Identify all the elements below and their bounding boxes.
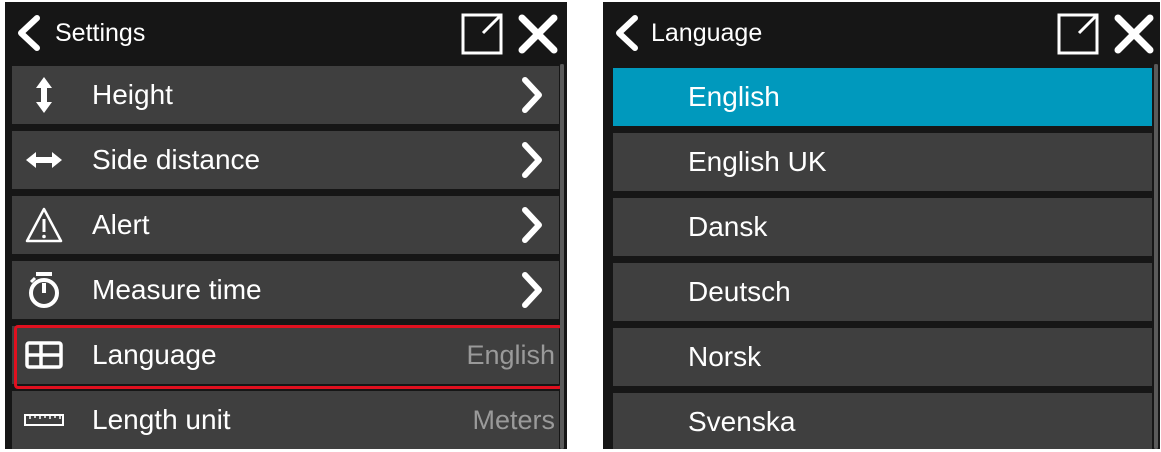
back-icon[interactable] [13, 15, 43, 51]
settings-item-side-distance[interactable]: Side distance [12, 131, 559, 189]
popout-icon[interactable] [459, 11, 505, 57]
close-icon[interactable] [517, 13, 559, 55]
horizontal-arrows-icon [26, 152, 62, 168]
popout-icon[interactable] [1055, 11, 1101, 57]
language-panel: Language English English UK Dansk Deutsc… [603, 2, 1160, 449]
settings-item-label: Alert [92, 209, 150, 240]
chevron-right-icon [522, 142, 542, 178]
chevron-right-icon [522, 77, 542, 113]
settings-item-label: Measure time [92, 274, 262, 305]
stopwatch-icon [29, 272, 59, 308]
settings-item-label: Height [92, 79, 173, 110]
page-title: Language [651, 19, 763, 47]
chevron-right-icon [522, 207, 542, 243]
language-option-dansk[interactable]: Dansk [613, 198, 1152, 256]
ruler-icon [24, 414, 64, 426]
settings-item-length-unit[interactable]: Length unit Meters [12, 391, 559, 449]
page-title: Settings [55, 19, 146, 47]
language-option-label: Deutsch [688, 276, 791, 307]
language-option-label: Dansk [688, 211, 768, 242]
settings-item-value: Meters [472, 405, 555, 435]
settings-item-label: Side distance [92, 144, 261, 175]
language-option-label: English UK [688, 146, 827, 177]
settings-title-bar: Settings [5, 2, 567, 64]
scrollbar[interactable] [560, 64, 564, 449]
vertical-arrows-icon [36, 77, 52, 113]
settings-item-alert[interactable]: Alert [12, 196, 559, 254]
settings-item-label: Length unit [92, 404, 231, 435]
close-icon[interactable] [1113, 13, 1155, 55]
back-icon[interactable] [611, 15, 641, 51]
language-option-svenska[interactable]: Svenska [613, 393, 1152, 449]
warning-triangle-icon [25, 207, 63, 243]
language-option-deutsch[interactable]: Deutsch [613, 263, 1152, 321]
language-option-label: English [688, 81, 780, 112]
language-option-label: Norsk [688, 341, 762, 372]
scrollbar[interactable] [1154, 64, 1158, 449]
language-option-english-uk[interactable]: English UK [613, 133, 1152, 191]
settings-item-measure-time[interactable]: Measure time [12, 261, 559, 319]
language-option-english[interactable]: English [613, 68, 1152, 126]
chevron-right-icon [522, 272, 542, 308]
settings-panel: Settings Height Side distance Alert Meas… [5, 2, 567, 449]
scrollbar-thumb[interactable] [560, 64, 564, 449]
language-highlight-box [14, 325, 563, 389]
language-title-bar: Language [603, 2, 1160, 64]
scrollbar-thumb[interactable] [1154, 64, 1158, 449]
language-option-label: Svenska [688, 406, 796, 437]
settings-item-height[interactable]: Height [12, 66, 559, 124]
language-option-norsk[interactable]: Norsk [613, 328, 1152, 386]
